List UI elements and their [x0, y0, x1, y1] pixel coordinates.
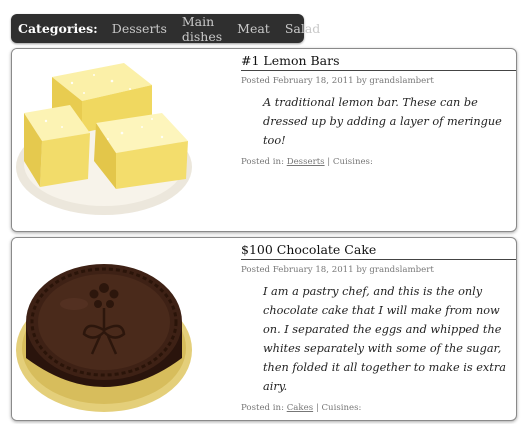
post-description: I am a pastry chef, and this is the only… [263, 285, 506, 393]
cuisines-label: | Cuisines: [315, 403, 362, 413]
category-tag-desserts[interactable]: Desserts [287, 157, 325, 167]
post-footer: Posted in: Cakes | Cuisines: [241, 403, 516, 413]
category-link-desserts[interactable]: Desserts [112, 21, 167, 36]
category-link-salad[interactable]: Salad [285, 21, 320, 36]
post-meta: Posted February 18, 2011 by grandslamber… [241, 265, 434, 275]
post-footer: Posted in: Desserts | Cuisines: [241, 157, 516, 167]
category-nav: Categories: Desserts Main dishes Meat Sa… [11, 14, 320, 44]
cuisines-label: | Cuisines: [327, 157, 373, 167]
post-description: A traditional lemon bar. These can be dr… [263, 96, 502, 147]
posted-in-label: Posted in: [241, 157, 284, 167]
post-title[interactable]: #1 Lemon Bars [241, 53, 516, 71]
categories-label: Categories: [18, 21, 98, 36]
post-title[interactable]: $100 Chocolate Cake [241, 242, 516, 260]
recipe-card-chocolate-cake: $100 Chocolate Cake Posted February 18, … [11, 237, 517, 421]
recipe-card-lemon-bars: #1 Lemon Bars Posted February 18, 2011 b… [11, 48, 517, 232]
lemon-bars-photo[interactable] [12, 49, 193, 231]
category-link-meat[interactable]: Meat [237, 21, 270, 36]
chocolate-cake-photo[interactable] [12, 238, 193, 420]
category-tag-cakes[interactable]: Cakes [287, 403, 313, 413]
post-meta: Posted February 18, 2011 by grandslamber… [241, 76, 434, 86]
posted-in-label: Posted in: [241, 403, 284, 413]
category-link-main-dishes[interactable]: Main dishes [182, 14, 222, 44]
